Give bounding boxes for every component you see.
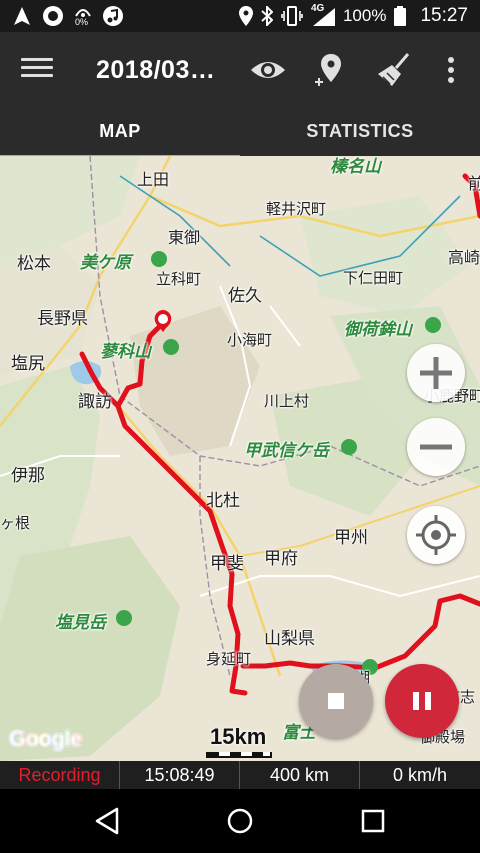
- more-vert-icon[interactable]: [431, 52, 471, 88]
- my-location-button[interactable]: [407, 506, 465, 564]
- google-attribution: Google: [9, 726, 82, 752]
- plus-icon: [420, 357, 452, 389]
- toolbar: 2018/03…: [0, 32, 480, 108]
- signal-icon: 0%: [74, 5, 92, 27]
- system-nav-bar: [0, 789, 480, 853]
- total-distance: 400 km: [240, 761, 360, 789]
- menu-icon[interactable]: [18, 54, 56, 86]
- scale-label: 15km: [210, 724, 267, 749]
- tab-map[interactable]: MAP: [0, 108, 240, 158]
- map-view[interactable]: 上田 軽井沢町 榛名山 前 東御 高崎 松本 美ケ原 立科町 下仁田町 佐久 長…: [0, 156, 480, 761]
- place-label: 山梨県: [264, 629, 315, 648]
- place-label: 伊那: [11, 466, 45, 485]
- location-icon: [238, 6, 253, 26]
- place-label: 前: [468, 176, 480, 193]
- scale-bar: [206, 752, 272, 758]
- stop-icon: [328, 693, 344, 709]
- place-label: 軽井沢町: [266, 201, 327, 218]
- battery-percent: 100%: [342, 6, 387, 25]
- broom-icon[interactable]: [374, 52, 414, 88]
- place-label: 長野県: [37, 309, 88, 328]
- place-label: 上田: [137, 172, 170, 189]
- place-label: ヶ根: [0, 515, 31, 532]
- add-marker-icon[interactable]: [309, 52, 349, 88]
- place-label: 甲斐: [210, 554, 244, 573]
- place-label: 甲州: [334, 528, 368, 547]
- place-label: 御荷鉾山: [344, 320, 412, 339]
- pause-icon: [413, 692, 431, 710]
- record-icon: [43, 6, 63, 26]
- recents-icon[interactable]: [357, 805, 389, 837]
- navigation-icon: [14, 7, 30, 25]
- battery-icon: [394, 6, 407, 26]
- status-bar: 0% 4G 100% 15:27: [0, 0, 480, 32]
- signal-percent: 0%: [75, 17, 89, 27]
- place-label: 東御: [168, 230, 201, 247]
- place-label: 甲府: [264, 549, 298, 568]
- place-label: 甲武信ケ岳: [244, 441, 329, 460]
- back-icon[interactable]: [91, 805, 123, 837]
- zoom-out-button[interactable]: [407, 418, 465, 476]
- place-label: 塩見岳: [55, 613, 106, 632]
- cell-signal-icon: 4G: [311, 3, 335, 26]
- recording-status: Recording: [0, 761, 120, 789]
- current-speed: 0 km/h: [392, 765, 448, 785]
- recording-status-bar: Recording 15:08:49 400 km 0 km/h: [0, 761, 480, 789]
- place-label: 下仁田町: [343, 270, 404, 287]
- place-label: 川上村: [264, 393, 310, 410]
- music-icon: [103, 6, 123, 26]
- google-logo: Google: [9, 726, 82, 751]
- zoom-in-button[interactable]: [407, 344, 465, 402]
- clock: 15:27: [420, 5, 468, 26]
- vibrate-icon: [281, 6, 303, 26]
- tab-statistics[interactable]: STATISTICS: [240, 108, 480, 156]
- place-label: 高崎: [448, 250, 480, 267]
- place-label: 榛名山: [330, 157, 381, 176]
- place-label: 身延町: [206, 651, 252, 668]
- minus-icon: [420, 444, 452, 450]
- place-label: 小海町: [227, 332, 273, 349]
- place-label: 美ケ原: [80, 253, 131, 272]
- place-label: 松本: [17, 254, 51, 273]
- tab-bar: MAP STATISTICS: [0, 108, 480, 158]
- stop-button[interactable]: [299, 664, 373, 738]
- place-label: 北杜: [206, 491, 240, 510]
- crosshair-icon: [416, 515, 456, 555]
- bluetooth-icon: [261, 6, 273, 26]
- elapsed-time: 15:08:49: [120, 761, 240, 789]
- place-label: 佐久: [228, 286, 262, 305]
- eye-icon[interactable]: [248, 52, 288, 88]
- place-label: 立科町: [156, 271, 202, 288]
- place-label: 諏訪: [78, 392, 112, 411]
- pause-button[interactable]: [385, 664, 459, 738]
- place-label: 蓼科山: [100, 342, 151, 361]
- home-icon[interactable]: [224, 805, 256, 837]
- place-label: 塩尻: [11, 354, 45, 373]
- track-title: 2018/03…: [96, 56, 216, 84]
